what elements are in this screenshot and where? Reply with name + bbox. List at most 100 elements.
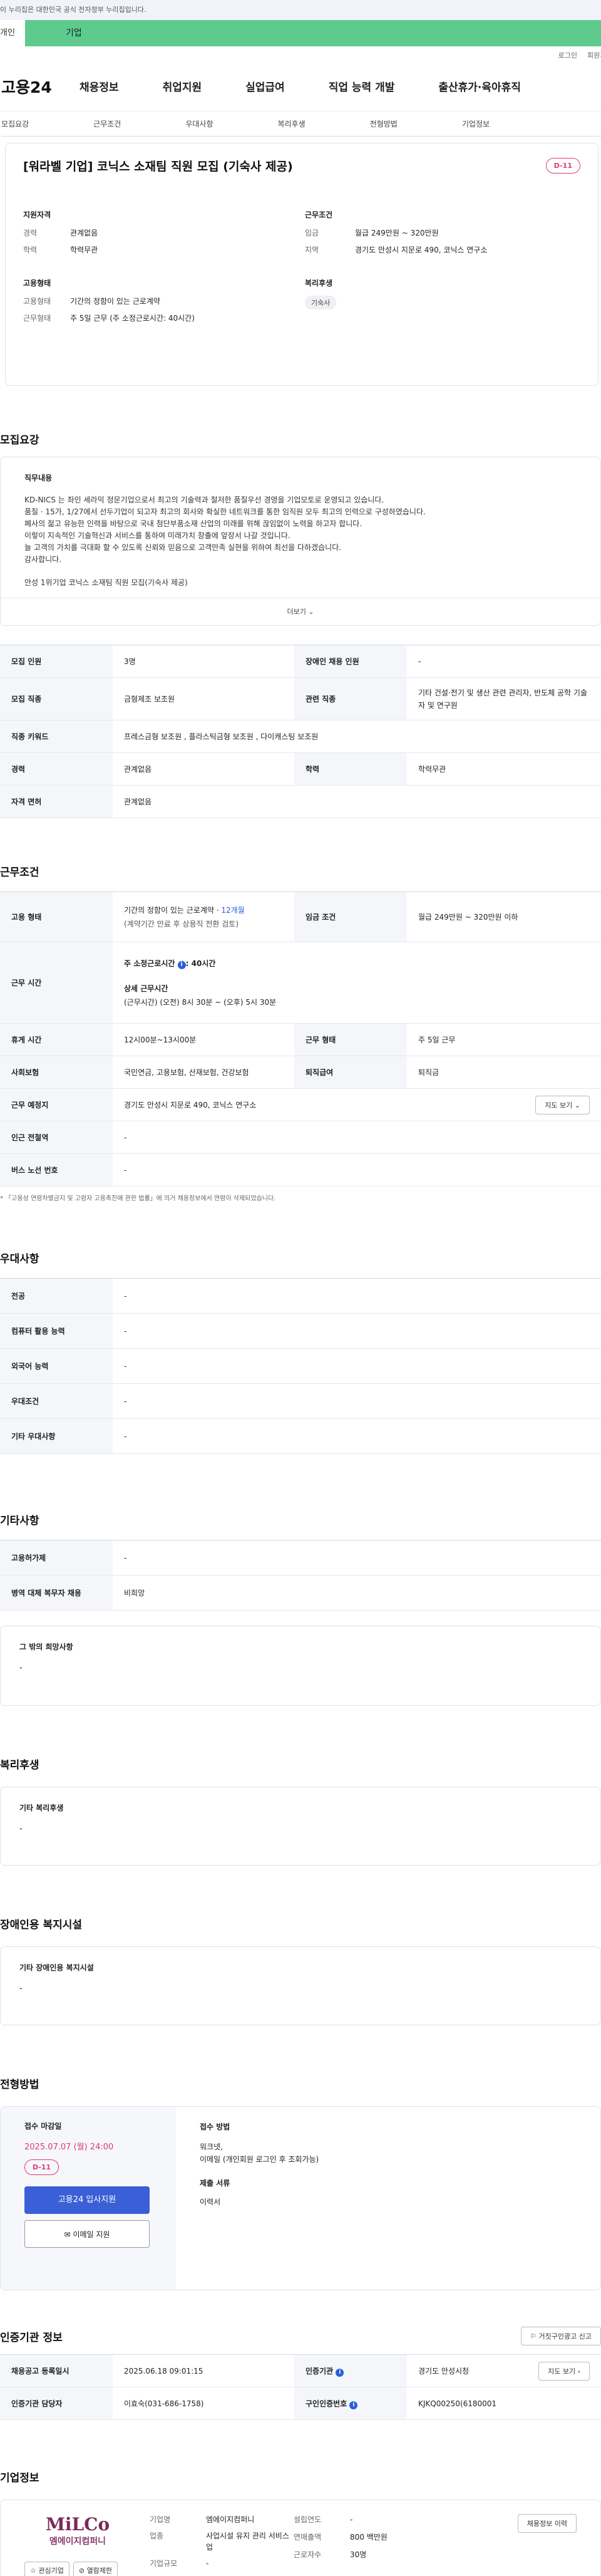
recruit-title: 모집요강 bbox=[0, 434, 39, 447]
qual-edu-value: 학력무관 bbox=[70, 246, 98, 254]
more-label: 더보기 bbox=[287, 608, 306, 616]
hours-detail-value: (근무시간) (오전) 8시 30분 ~ (오후) 5시 30분 bbox=[124, 997, 277, 1007]
cert-map-button[interactable]: 지도 보기 › bbox=[538, 2361, 590, 2381]
row-label: 근무 형태 bbox=[294, 1023, 407, 1056]
row-label: 고용허가제 bbox=[0, 1540, 113, 1576]
interest-button[interactable]: ☆ 관심기업 bbox=[24, 2562, 69, 2576]
desc-line: 폐사의 젊고 유능한 인력을 바탕으로 국내 첨단부품소재 산업의 미래를 위해… bbox=[24, 519, 362, 528]
gnb-benefit[interactable]: 실업급여 bbox=[245, 78, 285, 94]
row-label: 전공 bbox=[0, 1278, 113, 1314]
more-button[interactable]: 더보기 ⌄ bbox=[1, 598, 600, 625]
row-label: 외국어 능력 bbox=[0, 1348, 113, 1384]
report-button[interactable]: ⚐ 거짓구인광고 신고 bbox=[521, 2327, 601, 2345]
subnav-welfare[interactable]: 복리후생 bbox=[278, 118, 306, 129]
map-button[interactable]: 지도 보기 ⌄ bbox=[535, 1095, 590, 1114]
apply-button[interactable]: 고용24 입사지원 bbox=[24, 2186, 150, 2214]
desc-line: 이렇이 지속적인 기술혁신과 서비스를 통하여 미래가치 창출에 앞장서 나갈 … bbox=[24, 531, 290, 540]
row-label: 구인인증번호 bbox=[306, 2399, 347, 2408]
cert-table: 채용공고 등록일시 2025.06.18 09:01:15 인증기관 i 경기도 안성… bbox=[0, 2354, 601, 2420]
gnb-support[interactable]: 취업지원 bbox=[163, 78, 202, 94]
row-value: 경기도 안성시청 bbox=[418, 2367, 470, 2376]
info-icon[interactable]: i bbox=[349, 2401, 358, 2409]
field-label: 기업명 bbox=[150, 2515, 171, 2524]
chevron-down-icon: ⌄ bbox=[574, 1101, 580, 1109]
desc-line: 감사합니다. bbox=[24, 555, 62, 564]
row-value: 비희망 bbox=[113, 1575, 601, 1611]
desc-line: 품질 · 15가, 1/27에서 선두기업이 되고자 최고의 회사와 확실한 네… bbox=[24, 507, 426, 516]
view-limit-button[interactable]: ⊘ 열람제한 bbox=[73, 2562, 118, 2576]
row-value: - bbox=[113, 1540, 601, 1576]
method-label: 접수 방법 bbox=[200, 2122, 230, 2131]
login-link[interactable]: 로그인 bbox=[558, 50, 577, 61]
gnb-training[interactable]: 직업 능력 개발 bbox=[329, 78, 395, 94]
field-value: 엠에이지컴퍼니 bbox=[206, 2515, 255, 2524]
region-value: 경기도 안성시 지문로 490, 코닉스 연구소 bbox=[355, 246, 488, 254]
other-title: 기타사항 bbox=[0, 1515, 39, 1527]
company-logo-text: MiLCo bbox=[45, 2514, 110, 2535]
field-value: - bbox=[350, 2515, 353, 2524]
field-label: 업종 bbox=[150, 2532, 164, 2540]
region-label: 지역 bbox=[305, 246, 319, 254]
row-value: - bbox=[407, 645, 601, 678]
emp-type-value: 기간의 정함이 있는 근로계약 · bbox=[124, 905, 222, 915]
work-type-value: 주 5일 근무 (주 소정근로시간: 40시간) bbox=[70, 314, 195, 323]
global-nav: 고용24 채용정보 취업지원 실업급여 직업 능력 개발 출산휴가·육아휴직 bbox=[1, 61, 601, 112]
row-label: 인증기관 담당자 bbox=[0, 2387, 113, 2420]
qual-edu-label: 학력 bbox=[23, 246, 38, 254]
field-label: 기업규모 bbox=[150, 2559, 178, 2568]
company-title: 기업정보 bbox=[0, 2472, 39, 2485]
jobs-history-button[interactable]: 채용정보 이력 bbox=[517, 2514, 577, 2533]
disability-box-value: - bbox=[19, 1984, 23, 1993]
field-label: 설립연도 bbox=[294, 2515, 322, 2524]
row-value: 2025.06.18 09:01:15 bbox=[113, 2354, 294, 2387]
welfare-box: 기타 복리후생 - bbox=[0, 1787, 601, 1866]
row-label: 자격 면허 bbox=[0, 785, 113, 818]
emp-type-sub: (계약기간 만료 후 상용직 전환 검토) bbox=[124, 919, 239, 928]
hours-main-label: 주 소정근로시간 bbox=[124, 958, 175, 968]
subnav-selection[interactable]: 전형방법 bbox=[370, 118, 398, 129]
subnav-pref[interactable]: 우대사항 bbox=[185, 118, 213, 129]
subnav-conditions[interactable]: 근무조건 bbox=[93, 118, 121, 129]
job-desc-label: 직무내용 bbox=[24, 474, 53, 482]
pref-table: 전공 - 컴퓨터 활용 능력 - 외국어 능력 - 우대조건 - 기타 우대사항 - bbox=[0, 1278, 601, 1454]
email-apply-button[interactable]: ✉ 이메일 지원 bbox=[24, 2220, 150, 2248]
info-icon[interactable]: i bbox=[177, 960, 186, 969]
site-logo[interactable]: 고용24 bbox=[1, 75, 67, 98]
qual-career-label: 경력 bbox=[23, 229, 38, 237]
selection-card: 접수 마감일 2025.07.07 (월) 24:00 D-11 고용24 입사… bbox=[0, 2106, 601, 2290]
gnb-jobs[interactable]: 채용정보 bbox=[80, 78, 119, 94]
contract-period-link[interactable]: 12개월 bbox=[221, 906, 244, 915]
row-label: 버스 노선 번호 bbox=[0, 1153, 113, 1187]
row-label: 임금 조건 bbox=[294, 891, 407, 942]
subnav-recruit[interactable]: 모집요강 bbox=[1, 118, 29, 129]
hours-main-value: : 40시간 bbox=[185, 958, 216, 968]
subnav-company[interactable]: 기업정보 bbox=[462, 118, 490, 129]
tab-personal[interactable]: 개인 bbox=[0, 20, 25, 46]
dday-badge: D-11 bbox=[545, 158, 580, 174]
row-value: 퇴직금 bbox=[407, 1056, 601, 1089]
tab-company[interactable]: 기업 bbox=[25, 20, 601, 46]
disability-box: 기타 장애인용 복지시설 - bbox=[0, 1946, 601, 2025]
row-label: 채용공고 등록일시 bbox=[0, 2354, 113, 2387]
docs-value: 이력서 bbox=[200, 2198, 221, 2206]
row-value: - bbox=[113, 1418, 601, 1454]
row-value: 이효숙(031-686-1758) bbox=[113, 2387, 294, 2420]
conditions-title: 근무조건 bbox=[0, 866, 39, 879]
view-limit-label: 열람제한 bbox=[86, 2567, 113, 2575]
summary-card: [워라벨 기업] 코닉스 소재팀 직원 모집 (기숙사 제공) D-11 지원자… bbox=[5, 143, 598, 386]
row-label: 인증기관 bbox=[306, 2366, 334, 2376]
hours-detail-label: 상세 근무시간 bbox=[124, 984, 168, 993]
row-label: 퇴직급여 bbox=[294, 1056, 407, 1089]
conditions-table: 고용 형태 기간의 정함이 있는 근로계약 · 12개월 (계약기간 만료 후 상… bbox=[0, 891, 601, 1187]
disability-title: 장애인용 복지시설 bbox=[0, 1919, 83, 1931]
row-label: 우대조건 bbox=[0, 1383, 113, 1419]
row-label: 컴퓨터 활용 능력 bbox=[0, 1313, 113, 1349]
section-nav: 모집요강 근무조건 우대사항 복리후생 전형방법 기업정보 bbox=[1, 112, 601, 137]
disability-box-label: 기타 장애인용 복지시설 bbox=[19, 1963, 94, 1972]
gnb-leave[interactable]: 출산휴가·육아휴직 bbox=[438, 78, 521, 94]
info-icon[interactable]: i bbox=[336, 2368, 344, 2377]
chevron-right-icon: › bbox=[577, 2367, 580, 2376]
desc-line: 늘 고객의 가치를 극대화 할 수 있도록 신뢰와 믿음으로 고객만족 실현을 … bbox=[24, 543, 342, 552]
selection-title: 전형방법 bbox=[0, 2079, 39, 2091]
join-link[interactable]: 회원가입 bbox=[587, 50, 601, 61]
